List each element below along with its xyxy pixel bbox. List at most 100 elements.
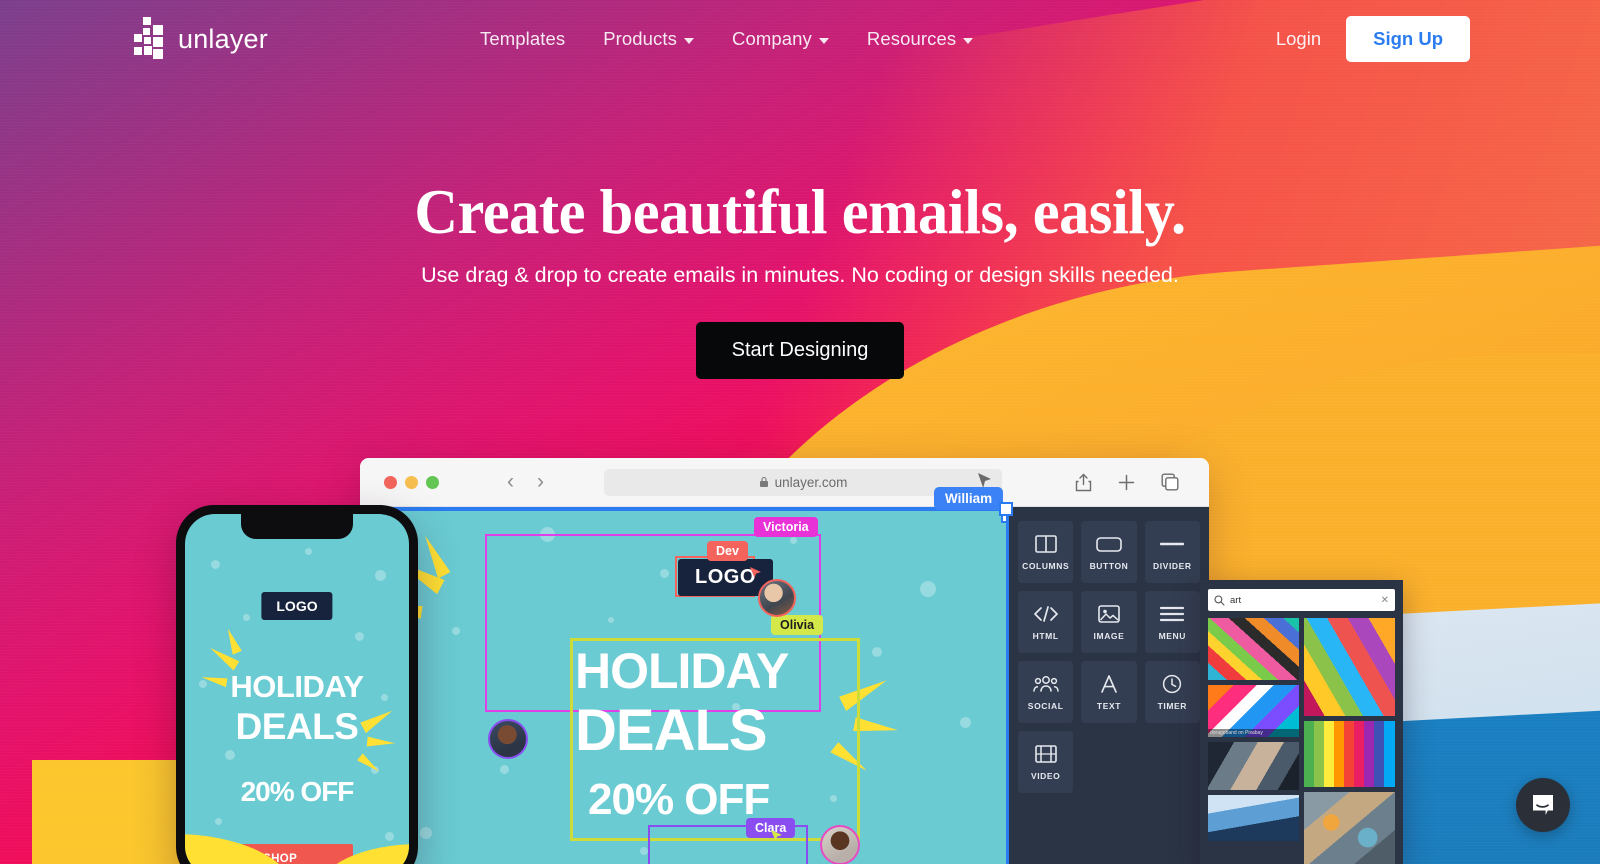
code-icon <box>1033 603 1059 625</box>
image-result-thumb[interactable] <box>1304 792 1395 864</box>
email-heading-line1[interactable]: HOLIDAY <box>575 646 789 696</box>
browser-toolbar: ‹ › unlayer.com <box>360 458 1209 507</box>
window-traffic-lights <box>384 475 439 489</box>
divider-icon <box>1160 533 1185 555</box>
image-result-thumb[interactable] <box>1208 742 1299 790</box>
close-window-dot[interactable] <box>384 475 397 489</box>
brand-name: unlayer <box>178 23 268 54</box>
phone-screen: LOGO HOLIDAY DEALS 20% OFF SHOP NOW! <box>185 514 409 864</box>
image-result-thumb[interactable] <box>1208 618 1299 680</box>
chat-launcher-button[interactable] <box>1516 778 1570 832</box>
tool-image[interactable]: IMAGE <box>1081 591 1137 653</box>
tool-palette: COLUMNS BUTTON DIVIDER HTML IMAGE MENU S… <box>1009 507 1209 864</box>
phone-heading-line2: DEALS <box>235 706 359 747</box>
login-link[interactable]: Login <box>1276 28 1321 50</box>
brand-logo[interactable]: unlayer <box>134 16 268 62</box>
tool-label: SOCIAL <box>1027 701 1064 711</box>
collaborator-avatar-secondary <box>488 719 528 759</box>
chevron-right-icon[interactable]: › <box>537 470 544 494</box>
tool-button[interactable]: BUTTON <box>1081 521 1137 583</box>
tool-label: TEXT <box>1096 701 1122 711</box>
tool-label: MENU <box>1158 631 1187 641</box>
chevron-left-icon[interactable]: ‹ <box>507 470 514 494</box>
chevron-down-icon <box>818 37 829 44</box>
email-logo-text: LOGO <box>695 566 756 588</box>
tool-palette-grid: COLUMNS BUTTON DIVIDER HTML IMAGE MENU S… <box>1009 521 1209 793</box>
image-result-thumb[interactable]: dorageband on Pixabay <box>1208 685 1299 737</box>
collaborator-tag-olivia: Olivia <box>771 615 824 635</box>
signup-button[interactable]: Sign Up <box>1346 16 1470 62</box>
tool-divider[interactable]: DIVIDER <box>1144 521 1200 583</box>
search-icon <box>1214 594 1225 606</box>
phone-mockup: LOGO HOLIDAY DEALS 20% OFF SHOP NOW! <box>176 505 418 864</box>
collaborator-avatar-dev <box>758 579 796 617</box>
tool-timer[interactable]: TIMER <box>1144 661 1200 723</box>
tool-text[interactable]: TEXT <box>1081 661 1137 723</box>
intercom-chat-icon <box>1533 795 1553 815</box>
nav-links: Templates Products Company Resources <box>480 28 974 50</box>
film-icon <box>1034 743 1057 765</box>
clock-icon <box>1162 673 1182 695</box>
image-library-panel: art ✕ dorageband on Pixabay <box>1200 580 1403 864</box>
minimize-window-dot[interactable] <box>405 475 418 489</box>
menu-icon <box>1160 603 1185 625</box>
copy-tabs-icon[interactable] <box>1161 473 1179 491</box>
hero-subtitle: Use drag & drop to create emails in minu… <box>421 263 1179 288</box>
chevron-down-icon <box>684 37 694 44</box>
hero-title: Create beautiful emails, easily. <box>414 177 1186 247</box>
people-icon <box>1032 673 1059 695</box>
phone-logo-text: LOGO <box>276 598 318 614</box>
browser-nav-arrows: ‹ › <box>507 470 544 494</box>
tool-video[interactable]: VIDEO <box>1018 731 1074 793</box>
email-heading-line3[interactable]: 20% OFF <box>588 775 770 825</box>
address-bar-url: unlayer.com <box>774 474 848 490</box>
tool-label: IMAGE <box>1093 631 1125 641</box>
tool-menu[interactable]: MENU <box>1144 591 1200 653</box>
collaborator-tag-dev: Dev <box>707 541 748 561</box>
email-canvas[interactable]: LOGO HOLIDAY DEALS 20% OFF Victoria Dev … <box>360 507 1009 864</box>
email-heading-line2[interactable]: DEALS <box>575 702 768 760</box>
nav-item-products[interactable]: Products <box>603 28 694 50</box>
phone-heading-line1: HOLIDAY <box>230 669 364 704</box>
browser-right-actions <box>1075 473 1179 492</box>
start-designing-button[interactable]: Start Designing <box>695 322 905 380</box>
phone-notch <box>241 514 353 539</box>
tool-label: TIMER <box>1157 701 1188 711</box>
phone-heading-line3: 20% OFF <box>240 776 355 807</box>
image-results-grid: dorageband on Pixabay <box>1208 618 1395 864</box>
lock-icon <box>759 476 768 487</box>
text-a-icon <box>1099 673 1119 695</box>
close-icon[interactable]: ✕ <box>1381 595 1389 606</box>
nav-actions: Login Sign Up <box>1276 16 1470 62</box>
tool-label: DIVIDER <box>1152 561 1192 571</box>
image-result-thumb[interactable] <box>1208 795 1299 841</box>
collaborator-avatar-clara <box>820 825 860 864</box>
cursor-pointer-dev-icon <box>750 567 761 578</box>
phone-logo-block: LOGO <box>261 592 333 620</box>
collaborator-tag-victoria: Victoria <box>754 517 818 537</box>
image-result-thumb[interactable] <box>1304 721 1395 787</box>
image-result-thumb[interactable] <box>1304 618 1395 716</box>
chevron-down-icon <box>963 37 974 44</box>
nav-item-label: Resources <box>866 28 957 49</box>
tool-columns[interactable]: COLUMNS <box>1018 521 1074 583</box>
nav-item-label: Products <box>603 28 677 49</box>
tool-label: COLUMNS <box>1022 561 1070 571</box>
share-icon[interactable] <box>1075 473 1092 492</box>
image-search-field[interactable]: art ✕ <box>1208 589 1395 611</box>
tool-label: BUTTON <box>1089 561 1129 571</box>
nav-item-resources[interactable]: Resources <box>866 28 974 50</box>
selection-handle-top-right[interactable] <box>999 502 1013 516</box>
tool-html[interactable]: HTML <box>1018 591 1074 653</box>
nav-item-label: Company <box>732 28 812 49</box>
browser-mockup: ‹ › unlayer.com LOGO HOLIDAY DEALS 20% O… <box>360 458 1209 864</box>
plus-icon[interactable] <box>1118 474 1135 491</box>
nav-item-templates[interactable]: Templates <box>480 28 565 50</box>
cursor-pointer-clara-icon <box>771 830 782 841</box>
editor-body: LOGO HOLIDAY DEALS 20% OFF Victoria Dev … <box>360 507 1209 864</box>
tool-label: HTML <box>1032 631 1059 641</box>
unlayer-blocks-logo-icon <box>134 16 167 62</box>
maximize-window-dot[interactable] <box>426 475 439 489</box>
tool-social[interactable]: SOCIAL <box>1018 661 1074 723</box>
nav-item-company[interactable]: Company <box>732 28 829 50</box>
